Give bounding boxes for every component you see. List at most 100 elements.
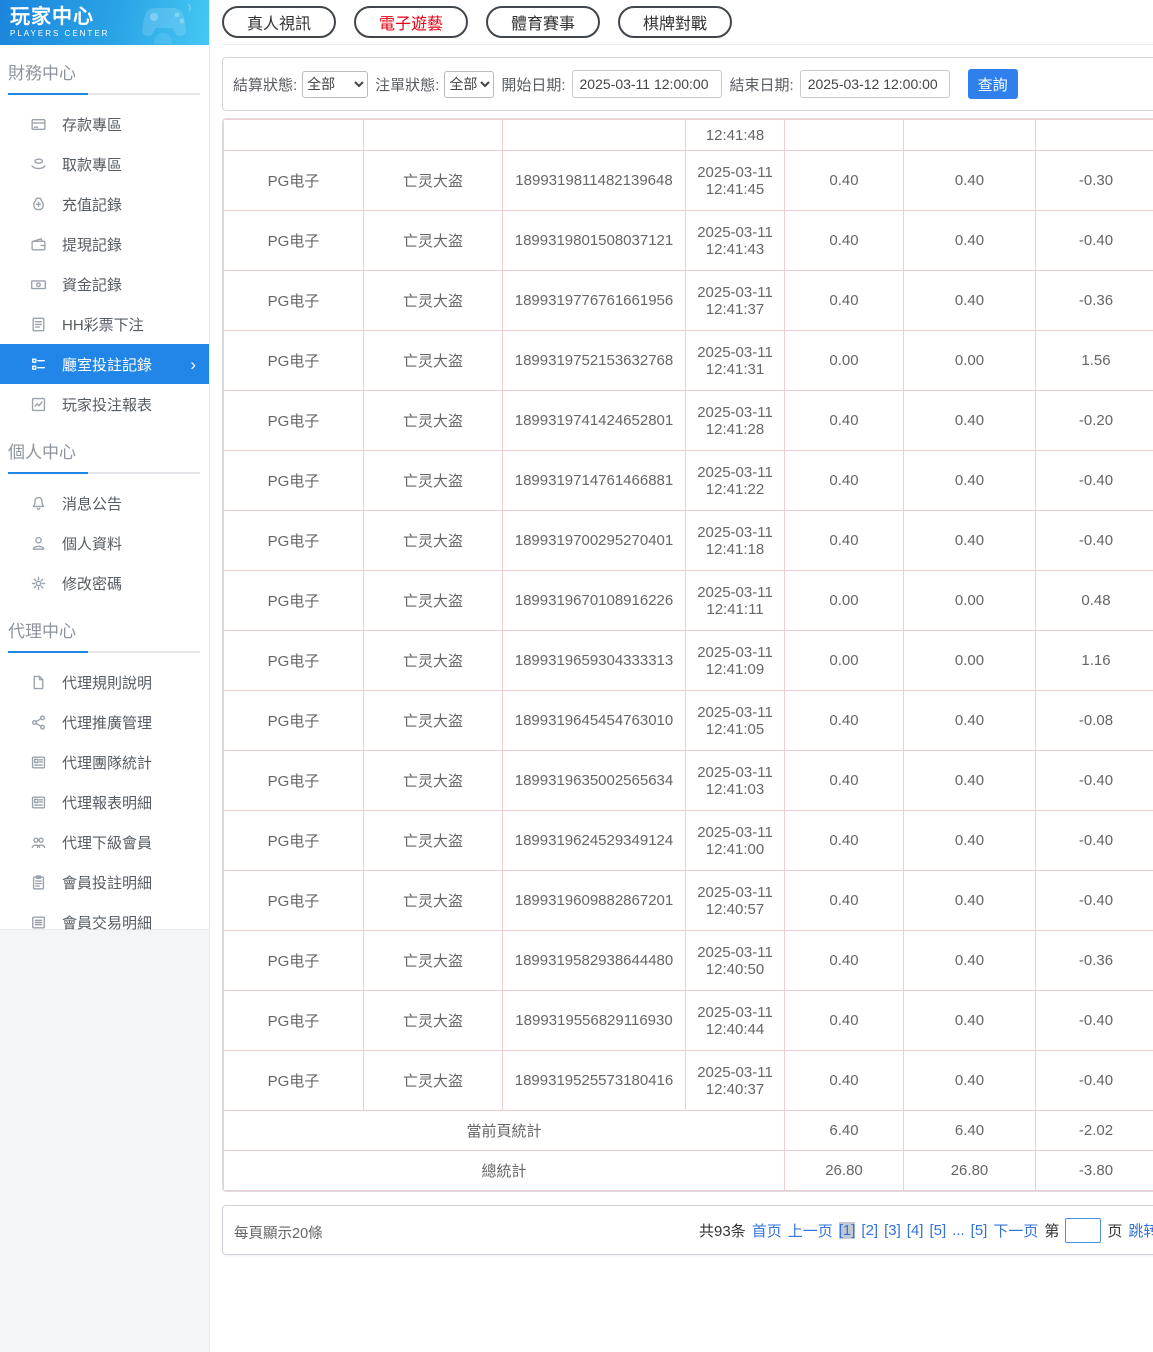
cell-bet-id: 1899319624529349124 — [502, 810, 686, 871]
newspaper-icon — [30, 754, 47, 771]
first-page-link[interactable]: 首页 — [752, 1220, 782, 1241]
total-bet-amount: 26.80 — [784, 1150, 904, 1191]
cell-bet-amount: 0.40 — [784, 210, 904, 271]
jump-page-input[interactable] — [1065, 1217, 1102, 1243]
total-count-text: 共93条 — [699, 1222, 746, 1240]
sidebar-item-profile[interactable]: 個人資料 — [0, 523, 209, 563]
cell-time: 2025-03-11 12:41:11 — [685, 570, 785, 631]
page-ellipsis[interactable]: ... — [952, 1222, 965, 1239]
settle-status-select[interactable]: 全部 — [302, 70, 369, 98]
section-title: 財務中心 — [8, 64, 76, 83]
sidebar-item-label: 充值記錄 — [62, 196, 123, 214]
cell-game — [363, 119, 503, 151]
sidebar-item-announcements[interactable]: 消息公告 — [0, 483, 209, 523]
cell-valid-bet: 0.40 — [903, 930, 1036, 991]
section-title: 代理中心 — [8, 622, 76, 641]
sidebar-item-change-password[interactable]: 修改密碼 — [0, 563, 209, 603]
cell-time: 2025-03-11 12:41:31 — [685, 330, 785, 391]
tab-board-card-battle[interactable]: 棋牌對戰 — [618, 6, 733, 38]
cell-bet-amount: 0.00 — [784, 570, 904, 631]
filter-bar: 結算狀態: 全部 注單狀態: 全部 開始日期: 結束日期: 查詢 — [222, 57, 1153, 111]
table-row: PG电子 亡灵大盗 1899319811482139648 2025-03-11 12… — [223, 150, 1153, 211]
cell-win-loss: -0.40 — [1035, 810, 1153, 871]
cell-time: 2025-03-11 12:41:03 — [685, 750, 785, 811]
cell-bet-id: 1899319525573180416 — [502, 1050, 686, 1111]
game-category-tabs: 真人視訊 電子遊藝 體育賽事 棋牌對戰 — [222, 0, 1153, 45]
cell-valid-bet: 0.40 — [903, 990, 1036, 1051]
gamepad-icon — [142, 3, 192, 44]
sidebar-item-agent-rules[interactable]: 代理規則說明 — [0, 662, 209, 702]
cell-time: 2025-03-11 12:41:00 — [685, 810, 785, 871]
sidebar: 玩家中心 PLAYERS CENTER 財務中心存款專區 取款專區充值記錄提現記錄… — [0, 0, 210, 932]
sidebar-item-member-transaction-detail[interactable]: 會員交易明細 — [0, 902, 209, 942]
sidebar-item-label: 提現記錄 — [62, 236, 123, 254]
sidebar-item-withdraw-area[interactable]: 取款專區 — [0, 144, 209, 184]
page-link[interactable]: [5] — [929, 1222, 946, 1239]
sidebar-item-agent-promotion[interactable]: 代理推廣管理 — [0, 702, 209, 742]
user-icon — [30, 535, 47, 552]
cell-game: 亡灵大盗 — [363, 510, 503, 571]
sidebar-item-funds-records[interactable]: 資金記錄 — [0, 264, 209, 304]
end-date-input[interactable] — [799, 70, 950, 98]
page-link[interactable]: [3] — [884, 1222, 901, 1239]
sidebar-item-hh-lottery-bet[interactable]: HH彩票下注 — [0, 304, 209, 344]
prev-page-link[interactable]: 上一页 — [788, 1220, 833, 1241]
tab-sports-events[interactable]: 體育賽事 — [486, 6, 601, 38]
cell-bet-amount: 0.40 — [784, 870, 904, 931]
cell-game: 亡灵大盗 — [363, 930, 503, 991]
tab-live-video[interactable]: 真人視訊 — [222, 6, 337, 38]
cell-time: 2025-03-11 12:41:09 — [685, 630, 785, 691]
cell-bet-amount: 0.40 — [784, 750, 904, 811]
sidebar-item-recharge-records[interactable]: 充值記錄 — [0, 184, 209, 224]
section-underline — [8, 651, 200, 653]
cell-win-loss: -0.30 — [1035, 150, 1153, 211]
sidebar-item-deposit-area[interactable]: 存款專區 — [0, 104, 209, 144]
sidebar-item-label: 代理推廣管理 — [62, 714, 153, 732]
jump-button[interactable]: 跳转 — [1128, 1220, 1153, 1241]
tab-electronic-games[interactable]: 電子遊藝 — [354, 6, 469, 38]
page-link[interactable]: [5] — [971, 1222, 988, 1239]
sidebar-item-agent-report-detail[interactable]: 代理報表明細 — [0, 782, 209, 822]
sidebar-item-label: 廳室投註記錄 — [62, 356, 153, 374]
total-valid-bet: 26.80 — [903, 1150, 1036, 1191]
page-link[interactable]: [1] — [838, 1221, 856, 1239]
page-link[interactable]: [4] — [907, 1222, 924, 1239]
cell-platform: PG电子 — [223, 510, 364, 571]
cell-bet-id: 1899319752153632768 — [502, 330, 686, 391]
sidebar-item-member-bet-detail[interactable]: 會員投註明細 — [0, 862, 209, 902]
grand-total-row: 總統計 26.80 26.80 -3.80 — [223, 1150, 1153, 1191]
sidebar-background — [0, 930, 210, 1352]
query-button[interactable]: 查詢 — [967, 69, 1018, 99]
total-bet-amount: 6.40 — [784, 1110, 904, 1151]
end-date-label: 結束日期: — [729, 76, 794, 94]
sidebar-item-agent-sub-members[interactable]: 代理下級會員 — [0, 822, 209, 862]
cell-bet-id — [502, 119, 686, 151]
sidebar-item-player-bet-report[interactable]: 玩家投注報表 — [0, 384, 209, 424]
table-row: PG电子 亡灵大盗 1899319525573180416 2025-03-11 12… — [223, 1050, 1153, 1111]
next-page-link[interactable]: 下一页 — [993, 1220, 1038, 1241]
cell-valid-bet — [903, 119, 1036, 151]
sidebar-item-withdrawal-records[interactable]: 提現記錄 — [0, 224, 209, 264]
cell-game: 亡灵大盗 — [363, 150, 503, 211]
table-row: PG电子 亡灵大盗 1899319714761466881 2025-03-11 12… — [223, 450, 1153, 511]
section-title: 個人中心 — [8, 443, 76, 462]
sidebar-item-agent-team-stats[interactable]: 代理團隊統計 — [0, 742, 209, 782]
sidebar-item-label: 個人資料 — [62, 535, 123, 553]
cell-win-loss: -0.40 — [1035, 990, 1153, 1051]
bet-records-table: 12:41:48 PG电子 亡灵大盗 1899319811482139648 2025-… — [222, 118, 1153, 1192]
cell-time: 12:41:48 — [685, 119, 785, 151]
app-logo: 玩家中心 PLAYERS CENTER — [0, 0, 209, 45]
cell-platform: PG电子 — [223, 570, 364, 631]
start-date-label: 開始日期: — [501, 76, 566, 94]
total-win-loss: -2.02 — [1035, 1110, 1153, 1151]
page-link[interactable]: [2] — [861, 1222, 878, 1239]
sidebar-item-label: 會員交易明細 — [62, 914, 153, 932]
order-status-select[interactable]: 全部 — [444, 70, 495, 98]
sidebar-item-room-bet-records[interactable]: 廳室投註記錄 › — [0, 344, 209, 384]
table-row: PG电子 亡灵大盗 1899319670108916226 2025-03-11 12… — [223, 570, 1153, 631]
users-icon — [30, 834, 47, 851]
cell-platform: PG电子 — [223, 210, 364, 271]
cell-win-loss: -0.40 — [1035, 210, 1153, 271]
cell-win-loss: -0.40 — [1035, 450, 1153, 511]
start-date-input[interactable] — [571, 70, 722, 98]
